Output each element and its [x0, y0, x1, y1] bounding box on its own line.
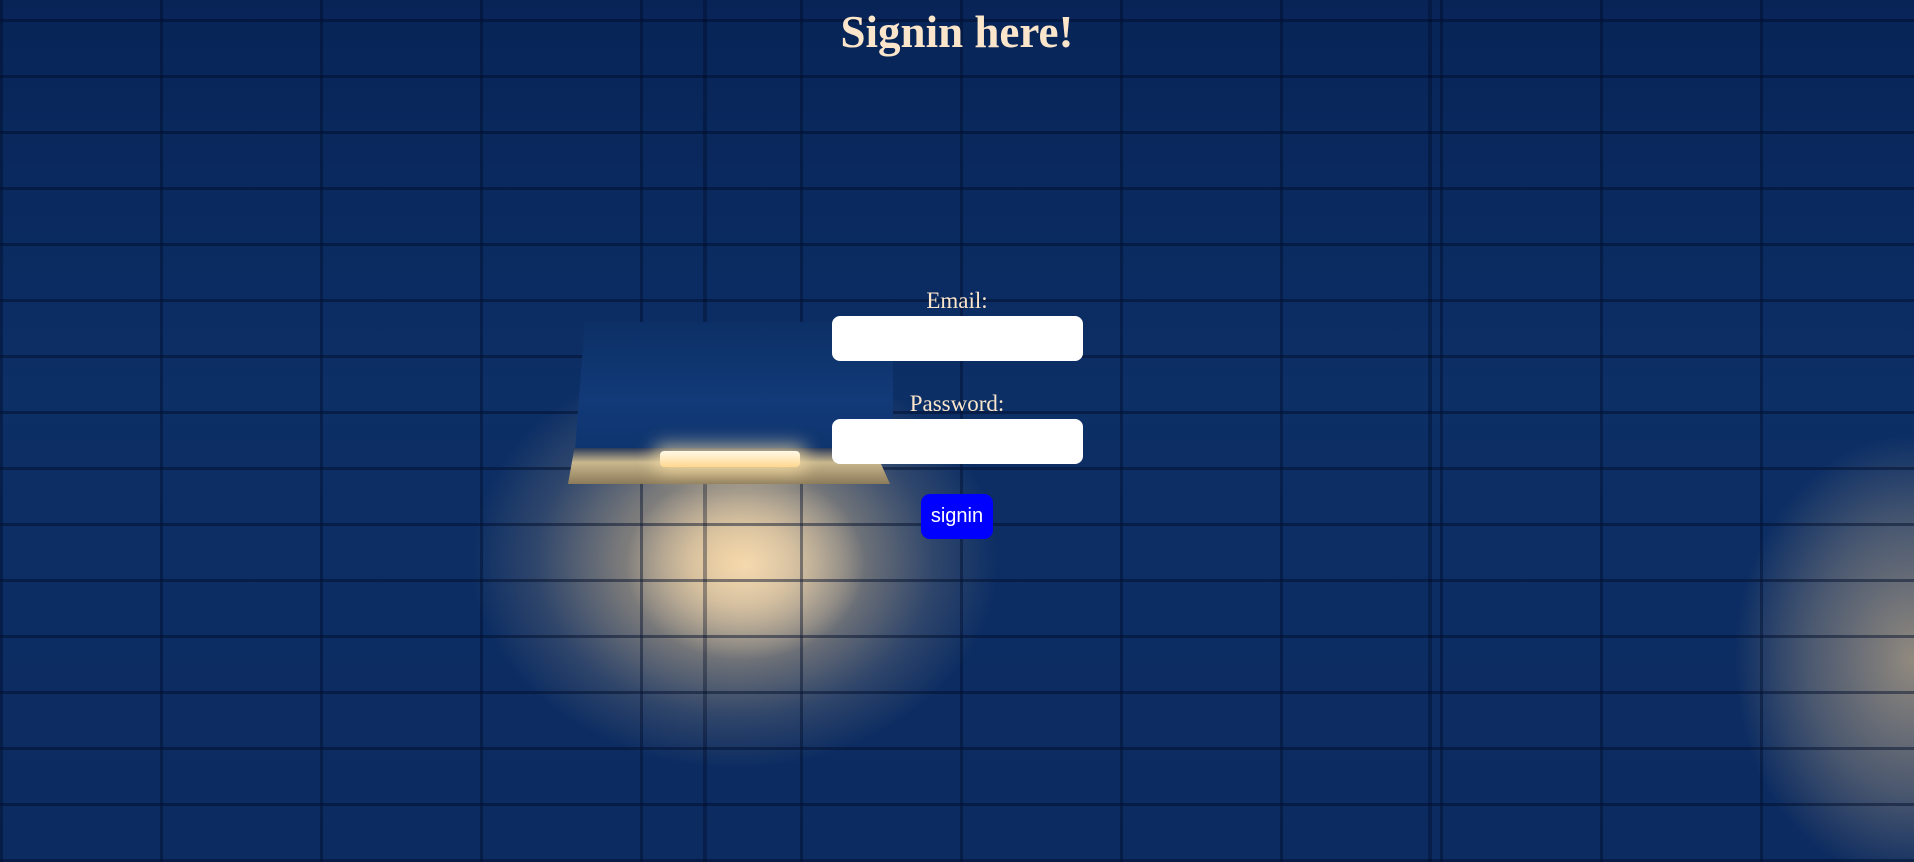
password-label: Password:	[909, 391, 1005, 416]
signin-form: Email: Password: signin	[0, 286, 1914, 539]
email-label: Email:	[926, 288, 988, 313]
signin-button[interactable]: signin	[921, 494, 993, 539]
email-field[interactable]	[831, 316, 1083, 361]
page-title: Signin here!	[840, 7, 1074, 57]
password-field[interactable]	[831, 419, 1083, 464]
